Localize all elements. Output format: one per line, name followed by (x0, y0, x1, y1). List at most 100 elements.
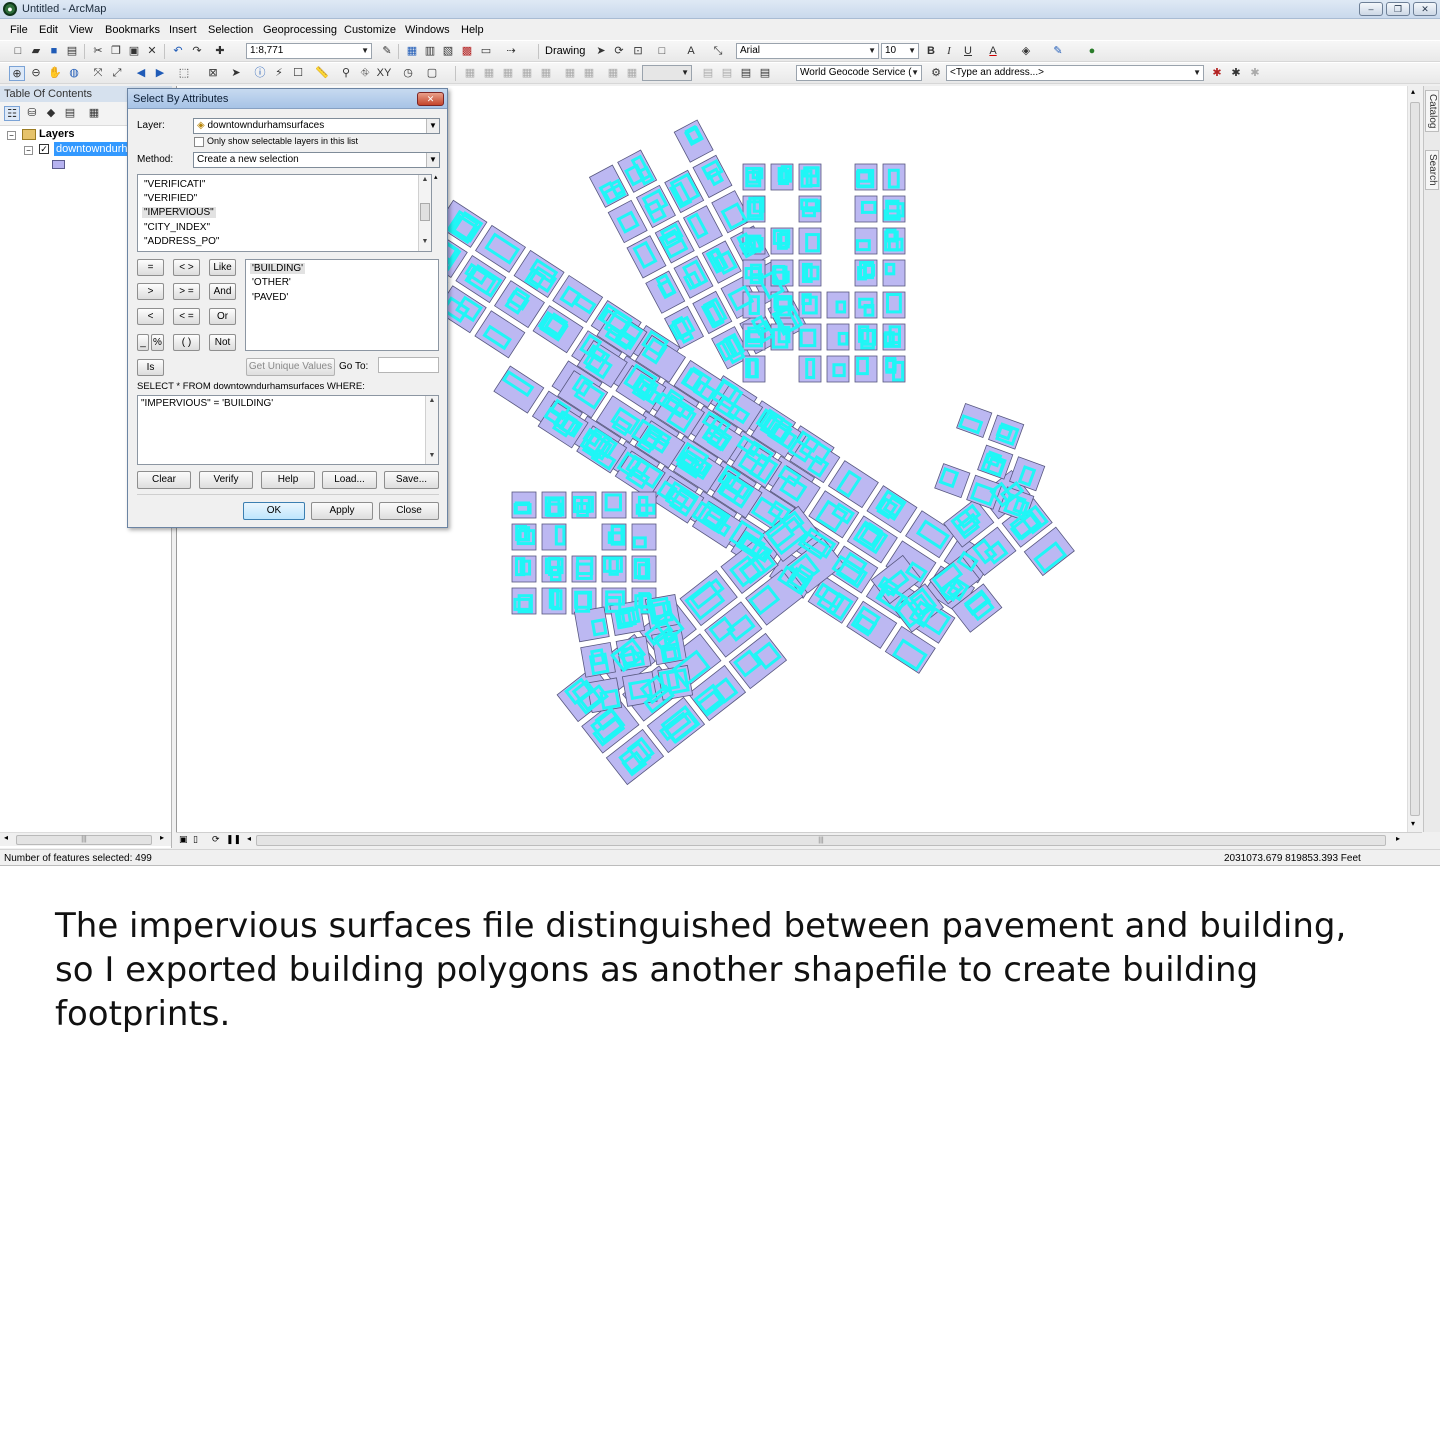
rectangle-icon[interactable]: □ (654, 44, 670, 59)
scroll-right-arrow-icon[interactable]: ▸ (1396, 834, 1400, 843)
fixed-zoom-in-icon[interactable]: ⤧ (90, 66, 106, 81)
load-button[interactable]: Load... (322, 471, 377, 489)
toc-horizontal-scrollbar[interactable]: ◂ ||| ▸ (0, 832, 171, 846)
get-unique-values-button[interactable]: Get Unique Values (246, 358, 335, 376)
font-name-combo[interactable]: Arial ▼ (736, 43, 879, 59)
field-item-selected[interactable]: "IMPERVIOUS" (142, 207, 216, 218)
data-view-icon[interactable]: ▣ (179, 834, 188, 845)
scroll-left-arrow-icon[interactable]: ◂ (247, 834, 251, 843)
scroll-up-arrow-icon[interactable]: ▲ (426, 397, 438, 404)
scroll-up-arrow-icon[interactable]: ▴ (1411, 87, 1415, 96)
edit-vertices-icon[interactable]: ⤡ (710, 44, 726, 59)
georef-tool-icon[interactable]: ▦ (562, 66, 578, 81)
zoom-to-address-icon[interactable]: ✱ (1228, 66, 1244, 81)
layout-tool-icon[interactable]: ▤ (719, 66, 735, 81)
field-list[interactable]: "VERIFICATI" "VERIFIED" "IMPERVIOUS" "CI… (137, 174, 432, 252)
operator-parentheses-button[interactable]: ( ) (173, 334, 200, 351)
create-viewer-icon[interactable]: ▢ (424, 66, 440, 81)
fill-color-icon[interactable]: ◈ (1018, 44, 1034, 59)
menu-geoprocessing[interactable]: Geoprocessing (263, 24, 337, 36)
value-item[interactable]: 'PAVED' (252, 292, 288, 303)
only-selectable-checkbox[interactable] (194, 137, 204, 147)
layer-visibility-checkbox[interactable]: ✓ (39, 144, 49, 154)
menu-bookmarks[interactable]: Bookmarks (105, 24, 160, 36)
layer-select[interactable]: ◈ downtowndurhamsurfaces ▼ (193, 118, 440, 134)
scroll-right-arrow-icon[interactable]: ▸ (160, 833, 164, 842)
search-tab[interactable]: Search (1425, 150, 1439, 190)
georef-tool-icon[interactable]: ▦ (605, 66, 621, 81)
field-item[interactable]: "CITY_INDEX" (144, 222, 210, 233)
georef-tool-icon[interactable]: ▦ (481, 66, 497, 81)
marker-color-icon[interactable]: ● (1084, 44, 1100, 59)
text-tool-icon[interactable]: A (683, 44, 699, 59)
model-builder-icon[interactable]: ⇢ (503, 44, 519, 59)
identify-icon[interactable]: ⓘ (252, 66, 268, 81)
cut-icon[interactable]: ✂ (90, 44, 106, 59)
goto-input[interactable] (378, 357, 439, 373)
pan-hand-icon[interactable]: ✋ (47, 66, 63, 81)
operator-like-button[interactable]: Like (209, 259, 236, 276)
select-elements-arrow-icon[interactable]: ➤ (593, 44, 609, 59)
go-to-xy-icon[interactable]: XY (376, 66, 392, 81)
field-list-menu-arrow-icon[interactable]: ▴ (434, 173, 438, 181)
layout-tool-icon[interactable]: ▤ (738, 66, 754, 81)
method-select[interactable]: Create a new selection ▼ (193, 152, 440, 168)
zoom-to-elements-icon[interactable]: ⊡ (630, 44, 646, 59)
find-address-icon[interactable]: ✱ (1209, 66, 1225, 81)
menu-file[interactable]: File (10, 24, 28, 36)
table-of-contents-icon[interactable]: ▦ (404, 44, 420, 59)
python-window-icon[interactable]: ▭ (478, 44, 494, 59)
field-item[interactable]: "VERIFIED" (144, 193, 197, 204)
unique-values-list[interactable]: 'BUILDING' 'OTHER' 'PAVED' (245, 259, 439, 351)
list-by-source-icon[interactable]: ⛁ (24, 106, 40, 121)
find-binoculars-icon[interactable]: ⚲ (338, 66, 354, 81)
layer-symbol-swatch[interactable] (52, 160, 65, 169)
back-arrow-icon[interactable]: ◀ (133, 66, 149, 81)
time-slider-icon[interactable]: ◷ (400, 66, 416, 81)
collapse-layers-icon[interactable]: − (7, 131, 16, 140)
geocode-service-combo[interactable]: World Geocode Service (▼ (796, 65, 922, 81)
scroll-down-arrow-icon[interactable]: ▼ (426, 452, 438, 459)
menu-insert[interactable]: Insert (169, 24, 197, 36)
map-scale-combo[interactable]: 1:8,771 ▼ (246, 43, 372, 59)
full-extent-globe-icon[interactable]: ◍ (66, 66, 82, 81)
value-item[interactable]: 'OTHER' (252, 277, 291, 288)
italic-button[interactable]: I (941, 44, 957, 59)
value-item-selected[interactable]: 'BUILDING' (250, 263, 306, 274)
search-window-icon[interactable]: ▧ (440, 44, 456, 59)
underline-button[interactable]: U (960, 44, 976, 59)
georef-tool-icon[interactable]: ▦ (500, 66, 516, 81)
scroll-down-arrow-icon[interactable]: ▼ (419, 238, 431, 245)
clear-button[interactable]: Clear (137, 471, 191, 489)
html-popup-icon[interactable]: ☐ (290, 66, 306, 81)
layout-view-icon[interactable]: ▯ (193, 834, 198, 845)
scroll-thumb[interactable]: ||| (16, 835, 152, 845)
clear-selection-icon[interactable]: ⊠ (205, 66, 221, 81)
ok-button[interactable]: OK (243, 502, 305, 520)
drawing-menu[interactable]: Drawing (545, 45, 585, 57)
save-button[interactable]: Save... (384, 471, 439, 489)
verify-button[interactable]: Verify (199, 471, 253, 489)
georef-tool-icon[interactable]: ▦ (624, 66, 640, 81)
select-features-icon[interactable]: ⬚ (176, 66, 192, 81)
operator-not-equals-button[interactable]: < > (173, 259, 200, 276)
close-window-button[interactable]: ✕ (1413, 2, 1437, 16)
scroll-thumb[interactable] (1410, 102, 1420, 816)
rotate-icon[interactable]: ⟳ (611, 44, 627, 59)
operator-underscore-button[interactable]: _ (137, 334, 149, 351)
menu-selection[interactable]: Selection (208, 24, 253, 36)
collapse-layer-icon[interactable]: − (24, 146, 33, 155)
pause-drawing-icon[interactable]: ❚❚ (226, 834, 241, 845)
scroll-left-arrow-icon[interactable]: ◂ (4, 833, 8, 842)
field-item[interactable]: "ADDRESS_PO" (144, 236, 219, 247)
operator-and-button[interactable]: And (209, 283, 236, 300)
refresh-icon[interactable]: ⟳ (212, 834, 220, 845)
arctoolbox-icon[interactable]: ▩ (459, 44, 475, 59)
select-elements-icon[interactable]: ➤ (228, 66, 244, 81)
field-list-scrollbar[interactable]: ▲ ▼ (418, 175, 431, 251)
scroll-up-arrow-icon[interactable]: ▲ (419, 176, 431, 183)
help-button[interactable]: Help (261, 471, 315, 489)
options-icon[interactable]: ▦ (86, 106, 102, 121)
building-polygon[interactable] (988, 414, 1025, 450)
list-by-drawing-order-icon[interactable]: ☷ (4, 106, 20, 121)
